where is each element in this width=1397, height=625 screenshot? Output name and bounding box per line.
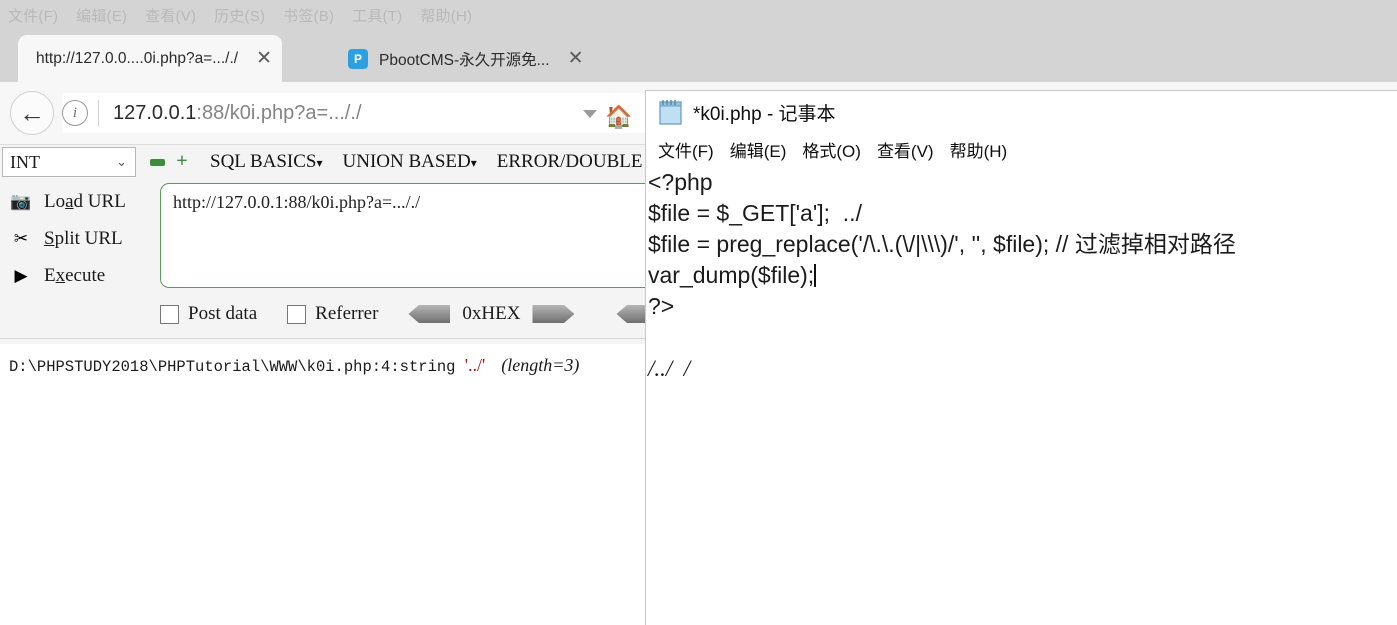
t1: E (44, 264, 56, 286)
notepad-window: *k0i.php - 记事本 文件(F) 编辑(E) 格式(O) 查看(V) 帮… (645, 90, 1397, 625)
code-line: $file = preg_replace('/\.\.(\/|\\\)/', '… (648, 231, 1236, 257)
menu-item-tools[interactable]: 工具(T) (352, 5, 402, 26)
browser-tab-2[interactable]: P PbootCMS-永久开源免... ✕ (330, 35, 594, 82)
code-line: ?> (648, 293, 675, 319)
notepad-menu-file[interactable]: 文件(F) (658, 137, 714, 162)
vardump-path: D:\PHPSTUDY2018\PHPTutorial\WWW\k0i.php:… (9, 358, 456, 376)
play-circle-icon: ▶ (14, 265, 28, 285)
url-host: 127.0.0.1 (113, 101, 197, 124)
split-url-button[interactable]: ✂ Split URL (0, 220, 152, 257)
menu-label: UNION BASED (342, 151, 471, 172)
execute-label: Execute (44, 265, 105, 287)
t2: x (55, 264, 66, 286)
hackbar-actions: 📷 Load URL ✂ Split URL ▶ Execute (0, 183, 152, 294)
split-url-label: Split URL (44, 228, 123, 250)
chevron-down-icon: ▾ (316, 156, 323, 170)
tab-title: http://127.0.0....0i.php?a=..././ (36, 49, 239, 67)
notepad-title: *k0i.php - 记事本 (693, 103, 836, 125)
menu-item-help[interactable]: 帮助(H) (420, 5, 472, 26)
type-select[interactable]: INT ⌄ (2, 147, 136, 177)
t3: d URL (73, 190, 126, 212)
page-info-icon[interactable]: i (62, 100, 88, 126)
back-button[interactable]: ← (10, 91, 54, 135)
url-path: :88/k0i.php?a=..././ (196, 101, 362, 124)
notepad-text-area[interactable]: <?php $file = $_GET['a']; ../ $file = pr… (646, 167, 1397, 625)
browser-tab-1[interactable]: http://127.0.0....0i.php?a=..././ ✕ (18, 35, 283, 82)
chevron-down-icon: ⌄ (116, 154, 127, 169)
menu-item-view[interactable]: 查看(V) (145, 5, 196, 26)
load-url-button[interactable]: 📷 Load URL (0, 183, 152, 220)
execute-button[interactable]: ▶ Execute (0, 257, 152, 294)
referrer-checkbox[interactable] (287, 304, 307, 324)
notepad-menu-edit[interactable]: 编辑(E) (730, 137, 787, 162)
close-icon[interactable]: ✕ (564, 49, 588, 68)
t1: Lo (44, 190, 66, 212)
code-line: <?php (648, 169, 713, 195)
text-caret (814, 264, 816, 287)
code-line: var_dump($file); (648, 262, 815, 288)
browser-menubar: 文件(F) 编辑(E) 查看(V) 历史(S) 书签(B) 工具(T) 帮助(H… (0, 0, 1397, 30)
home-icon[interactable]: 🏠 (605, 106, 632, 128)
t2: a (65, 190, 74, 212)
pbootcms-favicon-icon: P (348, 48, 368, 69)
post-data-label: Post data (188, 303, 258, 324)
load-url-label: Load URL (44, 191, 126, 213)
referrer-label: Referrer (315, 303, 379, 324)
notepad-icon (658, 98, 684, 126)
chevron-down-icon[interactable] (583, 110, 597, 118)
menu-item-edit[interactable]: 编辑(E) (76, 5, 127, 26)
notepad-menu-format[interactable]: 格式(O) (802, 137, 861, 162)
divider (98, 100, 99, 126)
code-line-with-caret: var_dump($file); (648, 260, 1397, 291)
chevron-down-icon: ▾ (470, 156, 477, 170)
post-data-checkbox[interactable] (160, 304, 179, 324)
vardump-output: D:\PHPSTUDY2018\PHPTutorial\WWW\k0i.php:… (9, 355, 579, 376)
menu-item-history[interactable]: 历史(S) (214, 5, 265, 26)
hex-label: 0xHEX (462, 303, 521, 324)
notepad-menu-view[interactable]: 查看(V) (877, 137, 934, 162)
camera-icon: 📷 (10, 191, 32, 211)
remove-tab-icon[interactable] (150, 158, 165, 166)
scissors-icon: ✂ (13, 228, 29, 248)
vardump-length: (length=3) (501, 355, 580, 375)
menu-item-file[interactable]: 文件(F) (8, 5, 58, 26)
notepad-menubar: 文件(F) 编辑(E) 格式(O) 查看(V) 帮助(H) (646, 133, 1397, 165)
vardump-value: '../' (464, 355, 486, 375)
menu-sql-basics[interactable]: SQL BASICS▾ (210, 151, 323, 173)
notepad-titlebar: *k0i.php - 记事本 (646, 91, 1397, 133)
add-tab-icon[interactable]: + (174, 151, 190, 171)
close-icon[interactable]: ✕ (252, 49, 276, 68)
hackbar-options: Post data Referrer 0xHEX (160, 295, 659, 333)
screen: 文件(F) 编辑(E) 查看(V) 历史(S) 书签(B) 工具(T) 帮助(H… (0, 0, 1397, 625)
hex-decode-button[interactable] (408, 305, 451, 323)
tab-title: PbootCMS-永久开源免... (379, 51, 550, 69)
hex-encode-button[interactable] (532, 305, 575, 323)
type-select-value: INT (10, 151, 40, 172)
t3: plit URL (54, 227, 123, 249)
t2: S (44, 227, 55, 249)
notepad-menu-help[interactable]: 帮助(H) (950, 137, 1008, 162)
address-bar-text: 127.0.0.1:88/k0i.php?a=..././ (113, 102, 362, 125)
t3: ecute (65, 264, 106, 286)
menu-label: SQL BASICS (210, 151, 317, 172)
menu-item-bookmarks[interactable]: 书签(B) (283, 5, 334, 26)
menu-union-based[interactable]: UNION BASED▾ (343, 151, 477, 173)
code-line: $file = $_GET['a']; ../ (648, 200, 862, 226)
result-line: /../ / (648, 356, 691, 381)
tab-strip: http://127.0.0....0i.php?a=..././ ✕ P Pb… (0, 30, 1397, 103)
